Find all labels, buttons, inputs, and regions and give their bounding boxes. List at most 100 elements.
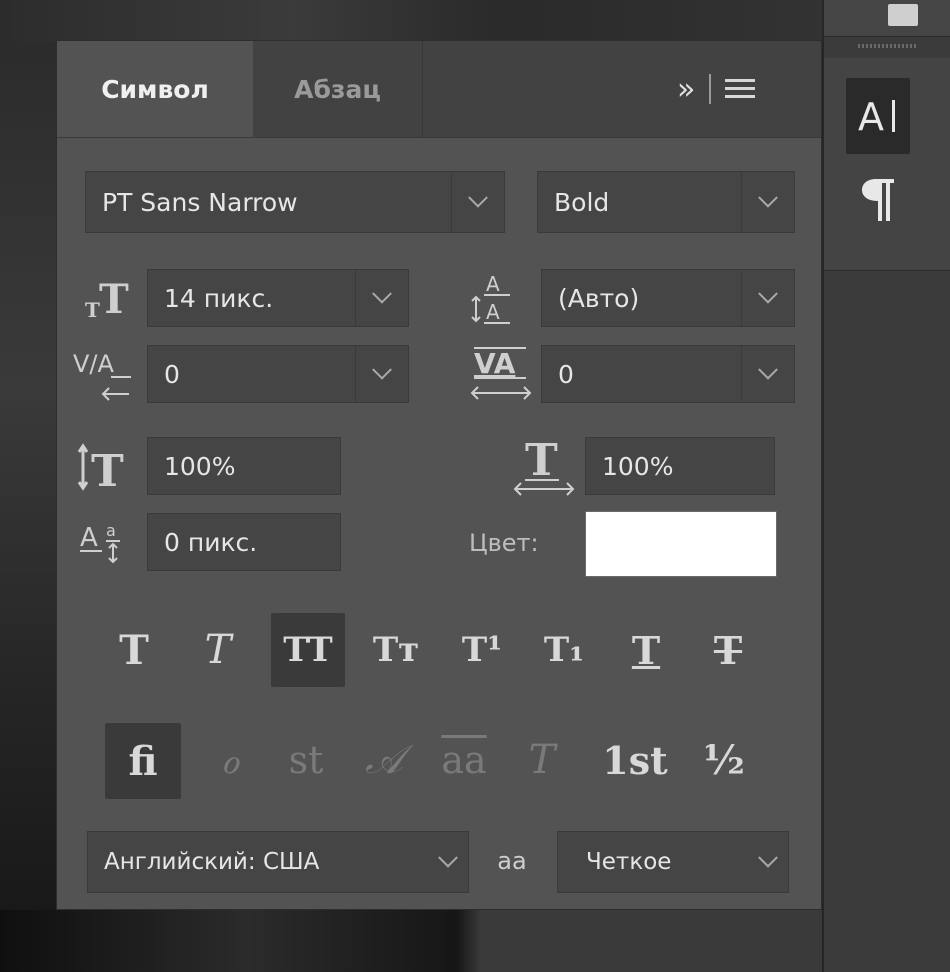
- font-style-value: Bold: [554, 187, 610, 217]
- panel-tabbar: Символ Абзац »: [57, 41, 821, 138]
- titling-alternates-button[interactable]: T: [505, 723, 579, 797]
- svg-text:a: a: [106, 521, 116, 540]
- svg-text:VA: VA: [474, 347, 516, 380]
- contextual-alternates-icon: st: [288, 738, 324, 782]
- chevron-down-icon[interactable]: [741, 270, 794, 326]
- faux-bold-icon: T: [119, 626, 149, 674]
- kerning-select[interactable]: 0: [147, 345, 409, 403]
- superscript-icon: T¹: [461, 630, 503, 670]
- kerning-icon: V/A: [69, 341, 143, 409]
- ligatures-button[interactable]: fi: [105, 723, 181, 799]
- font-family-value: PT Sans Narrow: [102, 187, 298, 217]
- strikethrough-icon: T: [713, 627, 743, 673]
- svg-text:T: T: [91, 446, 124, 494]
- antialias-select[interactable]: Четкое: [557, 831, 789, 893]
- tracking-icon: VA: [465, 339, 537, 409]
- tracking-value: 0: [558, 359, 574, 389]
- tab-paragraph[interactable]: Абзац: [253, 41, 423, 137]
- faux-bold-button[interactable]: T: [97, 613, 171, 687]
- antialias-value: Четкое: [586, 849, 672, 875]
- tracking-select[interactable]: 0: [541, 345, 795, 403]
- fractions-button[interactable]: ½: [687, 723, 761, 797]
- titling-alternates-icon: T: [528, 737, 556, 783]
- background-photo: [0, 0, 60, 972]
- discretionary-ligatures-button[interactable]: ℴ: [193, 723, 267, 797]
- subscript-icon: T₁: [543, 630, 585, 670]
- swash-button[interactable]: 𝒜: [347, 723, 421, 797]
- dock-icons: A: [824, 58, 950, 271]
- panel-icon-top[interactable]: [888, 4, 918, 26]
- language-value: Английский: США: [104, 849, 320, 875]
- horizontal-scale-icon: T: [509, 431, 579, 501]
- kerning-value: 0: [164, 359, 180, 389]
- strikethrough-button[interactable]: T: [691, 613, 765, 687]
- font-style-select[interactable]: Bold: [537, 171, 795, 233]
- expand-icon[interactable]: »: [677, 72, 695, 107]
- language-select[interactable]: Английский: США: [87, 831, 469, 893]
- svg-text:T: T: [99, 276, 129, 321]
- leading-icon: A A: [465, 265, 525, 329]
- underline-button[interactable]: T: [609, 613, 683, 687]
- chevron-down-icon[interactable]: [741, 346, 794, 402]
- right-dock-strip: A: [822, 0, 950, 972]
- svg-text:A: A: [486, 272, 500, 296]
- horizontal-scale-value: 100%: [602, 451, 674, 481]
- font-family-select[interactable]: PT Sans Narrow: [85, 171, 505, 233]
- vertical-scale-input[interactable]: 100%: [147, 437, 341, 495]
- vertical-scale-icon: T: [75, 439, 139, 495]
- svg-text:T: T: [525, 435, 558, 486]
- ordinals-icon: 1st: [602, 737, 668, 783]
- paragraph-panel-icon[interactable]: [846, 162, 910, 238]
- color-label: Цвет:: [469, 529, 539, 557]
- pilcrow-icon: [862, 179, 894, 221]
- background-photo-bottom: [0, 910, 830, 972]
- color-swatch[interactable]: [585, 511, 777, 577]
- divider: [709, 74, 712, 104]
- vertical-scale-value: 100%: [164, 451, 236, 481]
- dock-header: [824, 0, 950, 37]
- svg-text:T: T: [85, 298, 100, 321]
- small-caps-icon: Tт: [372, 630, 420, 670]
- baseline-shift-icon: A a: [75, 511, 141, 573]
- panel-menu-icon[interactable]: [725, 77, 756, 101]
- svg-text:A: A: [486, 300, 500, 324]
- contextual-alternates-button[interactable]: st: [269, 723, 343, 797]
- background-photo-top: [0, 0, 830, 42]
- underline-icon: T: [631, 627, 661, 673]
- faux-italic-button[interactable]: T: [181, 613, 255, 687]
- svg-text:A: A: [80, 523, 98, 553]
- baseline-shift-value: 0 пикс.: [164, 527, 258, 557]
- chevron-down-icon[interactable]: [451, 172, 504, 232]
- font-size-select[interactable]: 14 пикс.: [147, 269, 409, 327]
- character-panel: Символ Абзац » PT Sans Narrow Bold T T 1…: [56, 40, 822, 910]
- chevron-down-icon[interactable]: [748, 832, 788, 892]
- tab-character[interactable]: Символ: [57, 41, 253, 137]
- font-size-value: 14 пикс.: [164, 283, 274, 313]
- character-a-icon: A: [858, 95, 895, 138]
- all-caps-icon: TT: [283, 630, 333, 670]
- chevron-down-icon[interactable]: [741, 172, 794, 232]
- all-caps-button[interactable]: TT: [271, 613, 345, 687]
- character-panel-icon[interactable]: A: [846, 78, 910, 154]
- antialias-glyph: aa: [497, 847, 527, 875]
- chevron-down-icon[interactable]: [355, 346, 408, 402]
- swash-icon: 𝒜: [365, 737, 403, 783]
- chevron-down-icon[interactable]: [428, 832, 468, 892]
- panel-controls: »: [677, 69, 756, 109]
- small-caps-button[interactable]: Tт: [359, 613, 433, 687]
- ordinals-button[interactable]: 1st: [587, 723, 683, 797]
- leading-select[interactable]: (Авто): [541, 269, 795, 327]
- font-size-icon: T T: [83, 271, 143, 325]
- subscript-button[interactable]: T₁: [527, 613, 601, 687]
- ligatures-icon: fi: [128, 737, 158, 785]
- horizontal-scale-input[interactable]: 100%: [585, 437, 775, 495]
- chevron-down-icon[interactable]: [355, 270, 408, 326]
- baseline-shift-input[interactable]: 0 пикс.: [147, 513, 341, 571]
- fractions-icon: ½: [703, 736, 745, 784]
- svg-text:A: A: [858, 95, 884, 138]
- superscript-button[interactable]: T¹: [445, 613, 519, 687]
- dock-grip[interactable]: [858, 44, 918, 48]
- stylistic-alternates-icon: aa: [441, 738, 487, 782]
- stylistic-alternates-button[interactable]: aa: [427, 723, 501, 797]
- leading-value: (Авто): [558, 283, 640, 313]
